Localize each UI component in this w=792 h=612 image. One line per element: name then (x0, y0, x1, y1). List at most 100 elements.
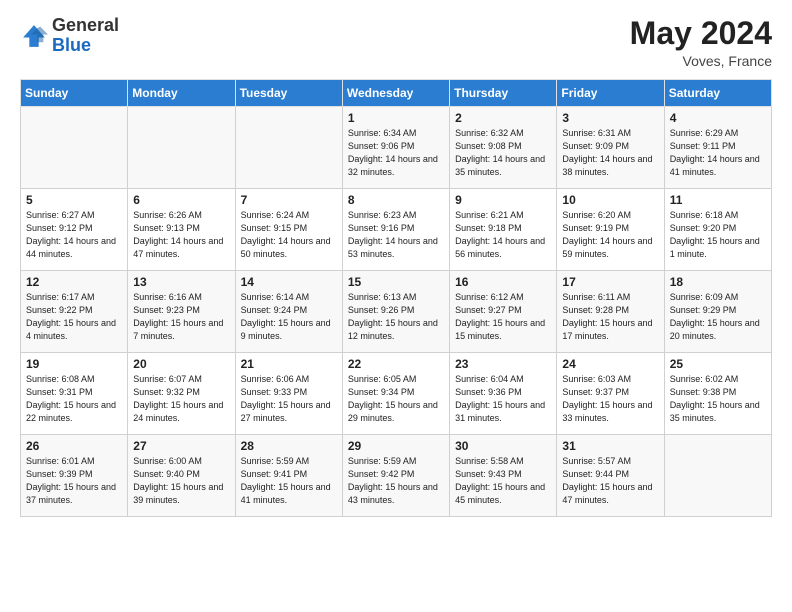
day-number: 31 (562, 439, 658, 453)
calendar-cell: 23Sunrise: 6:04 AMSunset: 9:36 PMDayligh… (450, 353, 557, 435)
calendar-cell: 21 Sunrise: 6:06 AMSunset: 9:33 PMDayligh… (235, 353, 342, 435)
calendar-cell: 2 Sunrise: 6:32 AMSunset: 9:08 PMDaylight… (450, 107, 557, 189)
day-info: Sunrise: 6:12 AMSunset: 9:27 PMDaylight:… (455, 292, 545, 341)
calendar-cell (21, 107, 128, 189)
day-info: Sunrise: 6:06 AMSunset: 9:33 PMDaylight:… (241, 374, 331, 423)
day-info: Sunrise: 6:16 AMSunset: 9:23 PMDaylight:… (133, 292, 223, 341)
day-number: 12 (26, 275, 122, 289)
calendar-cell: 15 Sunrise: 6:13 AMSunset: 9:26 PMDayligh… (342, 271, 449, 353)
calendar-cell: 8 Sunrise: 6:23 AMSunset: 9:16 PMDaylight… (342, 189, 449, 271)
calendar-cell: 30 Sunrise: 5:58 AMSunset: 9:43 PMDayligh… (450, 435, 557, 517)
calendar-cell: 9Sunrise: 6:21 AMSunset: 9:18 PMDaylight… (450, 189, 557, 271)
day-number: 10 (562, 193, 658, 207)
day-info: Sunrise: 6:34 AMSunset: 9:06 PMDaylight:… (348, 128, 438, 177)
day-number: 2 (455, 111, 551, 125)
calendar-header-row: Sunday Monday Tuesday Wednesday Thursday… (21, 80, 772, 107)
day-info: Sunrise: 6:29 AMSunset: 9:11 PMDaylight:… (670, 128, 760, 177)
day-number: 19 (26, 357, 122, 371)
day-number: 1 (348, 111, 444, 125)
calendar-cell: 29 Sunrise: 5:59 AMSunset: 9:42 PMDayligh… (342, 435, 449, 517)
day-info: Sunrise: 6:20 AMSunset: 9:19 PMDaylight:… (562, 210, 652, 259)
calendar-cell (235, 107, 342, 189)
calendar-cell: 3 Sunrise: 6:31 AMSunset: 9:09 PMDaylight… (557, 107, 664, 189)
col-wednesday: Wednesday (342, 80, 449, 107)
day-info: Sunrise: 6:02 AMSunset: 9:38 PMDaylight:… (670, 374, 760, 423)
day-info: Sunrise: 5:57 AMSunset: 9:44 PMDaylight:… (562, 456, 652, 505)
day-number: 27 (133, 439, 229, 453)
calendar-cell: 22 Sunrise: 6:05 AMSunset: 9:34 PMDayligh… (342, 353, 449, 435)
calendar-cell: 7 Sunrise: 6:24 AMSunset: 9:15 PMDaylight… (235, 189, 342, 271)
day-info: Sunrise: 5:58 AMSunset: 9:43 PMDaylight:… (455, 456, 545, 505)
day-number: 8 (348, 193, 444, 207)
col-friday: Friday (557, 80, 664, 107)
col-saturday: Saturday (664, 80, 771, 107)
day-info: Sunrise: 6:17 AMSunset: 9:22 PMDaylight:… (26, 292, 116, 341)
calendar-week-row: 12 Sunrise: 6:17 AMSunset: 9:22 PMDayligh… (21, 271, 772, 353)
day-number: 14 (241, 275, 337, 289)
col-sunday: Sunday (21, 80, 128, 107)
day-number: 24 (562, 357, 658, 371)
day-number: 4 (670, 111, 766, 125)
title-block: May 2024 Voves, France (630, 16, 772, 69)
logo-general-text: General (52, 15, 119, 35)
day-info: Sunrise: 6:13 AMSunset: 9:26 PMDaylight:… (348, 292, 438, 341)
day-number: 28 (241, 439, 337, 453)
day-number: 7 (241, 193, 337, 207)
day-number: 15 (348, 275, 444, 289)
day-info: Sunrise: 6:23 AMSunset: 9:16 PMDaylight:… (348, 210, 438, 259)
calendar-cell: 16 Sunrise: 6:12 AMSunset: 9:27 PMDayligh… (450, 271, 557, 353)
calendar-cell: 5Sunrise: 6:27 AMSunset: 9:12 PMDaylight… (21, 189, 128, 271)
day-number: 22 (348, 357, 444, 371)
calendar-cell: 1 Sunrise: 6:34 AMSunset: 9:06 PMDaylight… (342, 107, 449, 189)
day-info: Sunrise: 6:21 AMSunset: 9:18 PMDaylight:… (455, 210, 545, 259)
logo-icon (20, 22, 48, 50)
day-number: 6 (133, 193, 229, 207)
day-info: Sunrise: 6:24 AMSunset: 9:15 PMDaylight:… (241, 210, 331, 259)
day-info: Sunrise: 6:05 AMSunset: 9:34 PMDaylight:… (348, 374, 438, 423)
calendar-cell: 19 Sunrise: 6:08 AMSunset: 9:31 PMDayligh… (21, 353, 128, 435)
col-tuesday: Tuesday (235, 80, 342, 107)
day-info: Sunrise: 6:09 AMSunset: 9:29 PMDaylight:… (670, 292, 760, 341)
day-info: Sunrise: 6:07 AMSunset: 9:32 PMDaylight:… (133, 374, 223, 423)
month-year: May 2024 (630, 16, 772, 51)
col-thursday: Thursday (450, 80, 557, 107)
day-info: Sunrise: 6:01 AMSunset: 9:39 PMDaylight:… (26, 456, 116, 505)
day-number: 13 (133, 275, 229, 289)
day-number: 16 (455, 275, 551, 289)
day-info: Sunrise: 6:03 AMSunset: 9:37 PMDaylight:… (562, 374, 652, 423)
day-info: Sunrise: 5:59 AMSunset: 9:42 PMDaylight:… (348, 456, 438, 505)
day-info: Sunrise: 6:31 AMSunset: 9:09 PMDaylight:… (562, 128, 652, 177)
day-number: 21 (241, 357, 337, 371)
calendar-week-row: 19 Sunrise: 6:08 AMSunset: 9:31 PMDayligh… (21, 353, 772, 435)
day-info: Sunrise: 6:32 AMSunset: 9:08 PMDaylight:… (455, 128, 545, 177)
logo-blue-text: Blue (52, 35, 91, 55)
calendar-cell: 11Sunrise: 6:18 AMSunset: 9:20 PMDayligh… (664, 189, 771, 271)
calendar-cell: 25 Sunrise: 6:02 AMSunset: 9:38 PMDayligh… (664, 353, 771, 435)
day-info: Sunrise: 6:08 AMSunset: 9:31 PMDaylight:… (26, 374, 116, 423)
calendar-cell (664, 435, 771, 517)
calendar-cell: 18Sunrise: 6:09 AMSunset: 9:29 PMDayligh… (664, 271, 771, 353)
location: Voves, France (630, 53, 772, 69)
logo: General Blue (20, 16, 119, 56)
calendar-cell: 28 Sunrise: 5:59 AMSunset: 9:41 PMDayligh… (235, 435, 342, 517)
day-number: 23 (455, 357, 551, 371)
calendar-cell: 12 Sunrise: 6:17 AMSunset: 9:22 PMDayligh… (21, 271, 128, 353)
day-info: Sunrise: 5:59 AMSunset: 9:41 PMDaylight:… (241, 456, 331, 505)
day-info: Sunrise: 6:26 AMSunset: 9:13 PMDaylight:… (133, 210, 223, 259)
calendar-cell: 31 Sunrise: 5:57 AMSunset: 9:44 PMDayligh… (557, 435, 664, 517)
day-number: 29 (348, 439, 444, 453)
calendar-table: Sunday Monday Tuesday Wednesday Thursday… (20, 79, 772, 517)
calendar-cell: 17 Sunrise: 6:11 AMSunset: 9:28 PMDayligh… (557, 271, 664, 353)
day-number: 30 (455, 439, 551, 453)
day-info: Sunrise: 6:11 AMSunset: 9:28 PMDaylight:… (562, 292, 652, 341)
calendar-cell (128, 107, 235, 189)
calendar-cell: 27 Sunrise: 6:00 AMSunset: 9:40 PMDayligh… (128, 435, 235, 517)
day-number: 11 (670, 193, 766, 207)
day-number: 3 (562, 111, 658, 125)
day-info: Sunrise: 6:00 AMSunset: 9:40 PMDaylight:… (133, 456, 223, 505)
col-monday: Monday (128, 80, 235, 107)
day-number: 26 (26, 439, 122, 453)
day-number: 25 (670, 357, 766, 371)
day-number: 17 (562, 275, 658, 289)
calendar-cell: 24 Sunrise: 6:03 AMSunset: 9:37 PMDayligh… (557, 353, 664, 435)
